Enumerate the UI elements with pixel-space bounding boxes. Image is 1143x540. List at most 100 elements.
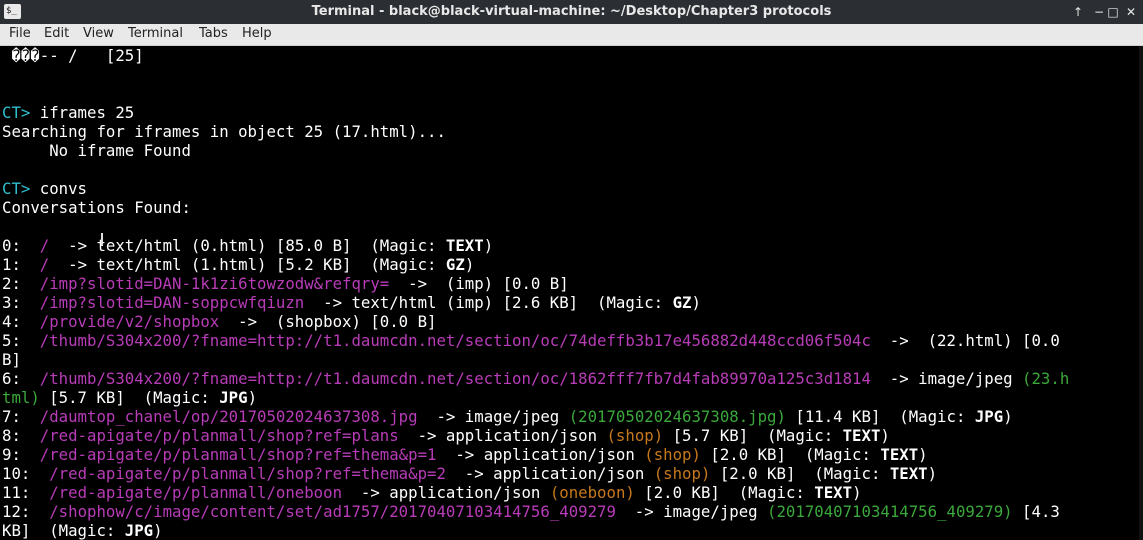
terminal-text-segment: -> (22.html) [0.0 <box>870 331 1060 350</box>
terminal-text-segment: TEXT <box>880 445 919 464</box>
terminal-text-segment: -> image/jpeg <box>615 502 768 521</box>
terminal-line: B] <box>2 350 1143 369</box>
terminal-text-segment: TEXT <box>445 236 484 255</box>
terminal-text-segment: -> application/json <box>342 483 550 502</box>
terminal-text-segment: [2.0 KB] (Magic: <box>710 464 890 483</box>
terminal-text-segment: /thumb/S304x200/?fname=http://t1.daumcdn… <box>39 331 871 350</box>
terminal-text-segment: /imp?slotid=DAN-1k1zi6towzodw&refqry= <box>39 274 390 293</box>
terminal-line: Conversations Found: <box>2 198 1143 217</box>
terminal-line: 10: /red-apigate/p/planmall/shop?ref=the… <box>2 464 1143 483</box>
terminal-text-segment: 3: <box>2 293 40 312</box>
terminal-text-segment: -> image/jpeg <box>870 369 1023 388</box>
terminal-text-segment: B] <box>2 350 21 369</box>
terminal-line: 3: /imp?slotid=DAN-soppcwfqiuzn -> text/… <box>2 293 1143 312</box>
terminal-text-segment: ) <box>483 236 494 255</box>
terminal-line: 1: / -> text/html (1.html) [5.2 KB] (Mag… <box>2 255 1143 274</box>
terminal-text-segment: ) <box>927 464 938 483</box>
terminal-text-segment: No iframe Found <box>2 141 191 160</box>
menu-bar: File Edit View Terminal Tabs Help <box>0 24 1143 46</box>
terminal-line: 12: /shophow/c/image/content/set/ad1757/… <box>2 502 1143 521</box>
menu-view[interactable]: View <box>83 24 114 43</box>
terminal-line: ���-- / [25] <box>2 46 1143 65</box>
terminal-text-segment: -> text/html (imp) [2.6 KB] (Magic: <box>304 293 673 312</box>
terminal-text-segment: [2.0 KB] (Magic: <box>700 445 881 464</box>
terminal-text-segment: -> application/json <box>398 426 607 445</box>
menu-edit[interactable]: Edit <box>44 24 69 43</box>
terminal-line: 4: /provide/v2/shopbox -> (shopbox) [0.0… <box>2 312 1143 331</box>
menu-file[interactable]: File <box>9 24 31 43</box>
terminal-text-segment: (shop) <box>644 445 701 464</box>
terminal-text-segment: ) <box>153 521 163 540</box>
terminal-text-segment: (20170502024637308.jpg) <box>568 407 786 426</box>
terminal-text-segment: 5: <box>2 331 40 350</box>
terminal-text-segment: /daumtop_chanel/op/20170502024637308.jpg <box>39 407 418 426</box>
terminal-text-segment: JPG <box>124 521 154 540</box>
terminal-text-segment: 0: <box>2 236 40 255</box>
terminal-text-segment: [11.4 KB] (Magic: <box>785 407 975 426</box>
terminal-text-segment: Searching for iframes in object 25 (17.h… <box>2 122 446 141</box>
terminal-text-segment: -> (shopbox) [0.0 B] <box>219 312 437 331</box>
maximize-icon[interactable]: □ <box>1104 2 1122 22</box>
terminal-text-segment: 11: <box>2 483 50 502</box>
title-bar[interactable]: $_ Terminal - black@black-virtual-machin… <box>0 0 1143 24</box>
terminal-text-segment: ) <box>880 426 890 445</box>
menu-tabs[interactable]: Tabs <box>199 24 228 43</box>
terminal-text-segment: -> text/html (0.html) [85.0 B] (Magic: <box>49 236 446 255</box>
terminal-text-segment: ���-- / [25] <box>2 46 144 65</box>
terminal-text-segment: ) <box>247 388 258 407</box>
terminal-text-segment: [2.0 KB] (Magic: <box>634 483 815 502</box>
terminal-text-segment: 2: <box>2 274 40 293</box>
terminal-text-segment: ) <box>691 293 701 312</box>
terminal-text-segment: (23.h <box>1022 369 1070 388</box>
terminal-line: 11: /red-apigate/p/planmall/oneboon -> a… <box>2 483 1143 502</box>
terminal-line: 2: /imp?slotid=DAN-1k1zi6towzodw&refqry=… <box>2 274 1143 293</box>
terminal-text-segment: 4: <box>2 312 40 331</box>
close-icon[interactable]: ✕ <box>1122 2 1140 22</box>
terminal-text-segment: /provide/v2/shopbox <box>39 312 220 331</box>
terminal-text-segment: ) <box>464 255 475 274</box>
menu-help[interactable]: Help <box>242 24 272 43</box>
terminal-text-segment: CT> <box>2 103 40 122</box>
terminal-text-segment: / <box>39 236 50 255</box>
terminal-text-segment: 12: <box>2 502 50 521</box>
terminal-line: 6: /thumb/S304x200/?fname=http://t1.daum… <box>2 369 1143 388</box>
terminal-text-segment: 7: <box>2 407 40 426</box>
terminal-output[interactable]: ���-- / [25] CT> iframes 25 Searching for … <box>2 46 1143 540</box>
terminal-line: 9: /red-apigate/p/planmall/shop?ref=them… <box>2 445 1143 464</box>
terminal-text-segment: iframes 25 <box>39 103 135 122</box>
terminal-text-segment: 1: <box>2 255 40 274</box>
terminal-text-segment: /red-apigate/p/planmall/oneboon <box>49 483 343 502</box>
terminal-text-segment: 10: <box>2 464 50 483</box>
terminal-text-segment: (oneboon) <box>549 483 635 502</box>
terminal-text-segment: KB] (Magic: <box>2 521 125 540</box>
terminal-text-segment: -> (imp) [0.0 B] <box>389 274 569 293</box>
terminal-text-segment: (shop) <box>606 426 664 445</box>
terminal-text-segment: [5.7 KB] (Magic: <box>663 426 843 445</box>
window-title: Terminal - black@black-virtual-machine: … <box>311 4 832 19</box>
terminal-text-segment: 6: <box>2 369 40 388</box>
terminal-text-segment: convs <box>39 179 88 198</box>
terminal-line: CT> convs <box>2 179 1143 198</box>
terminal-text-segment: (shop) <box>653 464 711 483</box>
terminal-line: No iframe Found <box>2 141 1143 160</box>
terminal-text-segment: TEXT <box>842 426 881 445</box>
terminal-text-segment: ) <box>852 483 862 502</box>
menu-terminal[interactable]: Terminal <box>128 24 183 43</box>
terminal-text-segment: 9: <box>2 445 40 464</box>
terminal-text-segment: -> text/html (1.html) [5.2 KB] (Magic: <box>49 255 446 274</box>
terminal-text-segment: /red-apigate/p/planmall/shop?ref=thema&p… <box>49 464 446 483</box>
terminal-scrollbar[interactable] <box>1139 46 1143 540</box>
terminal-text-segment: Conversations Found: <box>2 198 191 217</box>
terminal-window: $_ Terminal - black@black-virtual-machin… <box>0 0 1143 540</box>
terminal-text-segment: -> application/json <box>445 464 654 483</box>
terminal-text-segment: /thumb/S304x200/?fname=http://t1.daumcdn… <box>39 369 871 388</box>
keep-above-icon[interactable]: ↑ <box>1069 2 1087 22</box>
terminal-line: CT> iframes 25 <box>2 103 1143 122</box>
terminal-text-segment: GZ <box>672 293 692 312</box>
terminal-text-segment: (20170407103414756_409279) <box>767 502 1013 521</box>
terminal-text-segment: -> application/json <box>436 445 645 464</box>
terminal-text-segment: 8: <box>2 426 40 445</box>
terminal-line: Searching for iframes in object 25 (17.h… <box>2 122 1143 141</box>
